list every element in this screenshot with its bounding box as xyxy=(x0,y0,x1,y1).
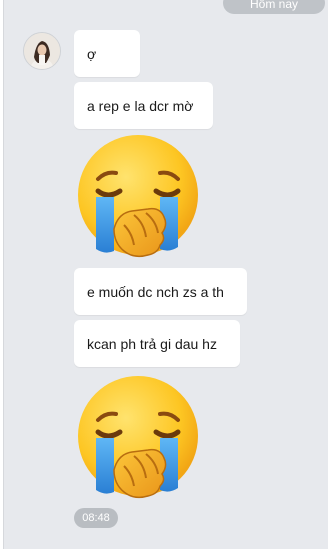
avatar[interactable] xyxy=(23,32,61,70)
message-text: ợ xyxy=(87,45,97,62)
date-divider: Hôm nay xyxy=(223,0,325,14)
message-text: e muốn dc nch zs a th xyxy=(87,283,224,300)
crying-face-emoji[interactable] xyxy=(74,374,202,502)
chat-thread[interactable]: Hôm nay ợ a rep e la dcr mờ e muốn dc nc… xyxy=(3,0,328,549)
message-bubble[interactable]: e muốn dc nch zs a th xyxy=(74,268,247,315)
message-bubble[interactable]: a rep e la dcr mờ xyxy=(74,82,213,129)
message-text: kcan ph trả gi dau hz xyxy=(87,335,217,352)
message-timestamp: 08:48 xyxy=(74,508,118,528)
message-bubble[interactable]: ợ xyxy=(74,30,140,77)
message-text: a rep e la dcr mờ xyxy=(87,97,194,114)
crying-face-emoji[interactable] xyxy=(74,133,202,261)
message-bubble[interactable]: kcan ph trả gi dau hz xyxy=(74,320,240,367)
avatar-photo-icon xyxy=(24,33,60,69)
